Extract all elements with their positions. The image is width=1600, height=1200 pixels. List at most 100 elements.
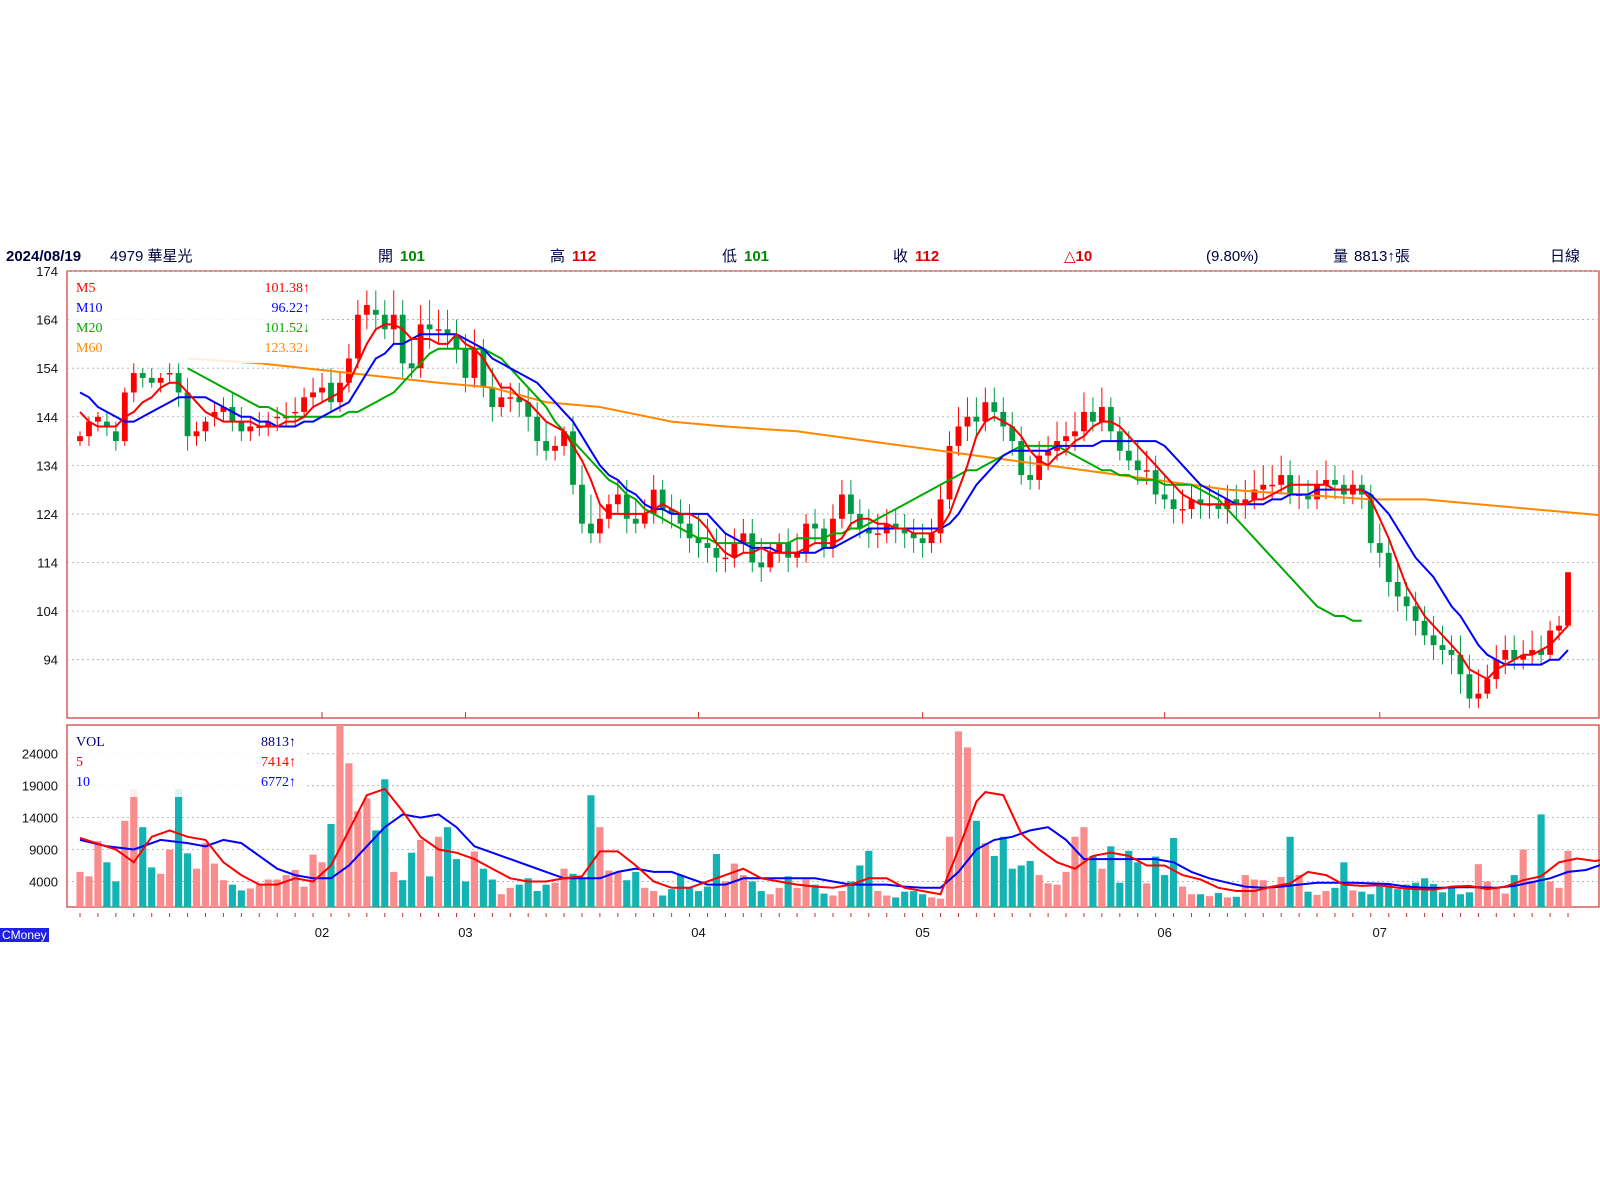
change-value: △10	[1064, 248, 1092, 265]
high-label: 高	[550, 248, 565, 265]
candle-body	[552, 445, 558, 451]
volume-bar	[1483, 881, 1491, 907]
price-legend-name: M10	[76, 301, 102, 316]
candle-body	[229, 407, 236, 422]
volume-bar	[139, 827, 147, 907]
candle-body	[847, 494, 854, 514]
close-label: 收	[893, 248, 908, 265]
volume-bar	[112, 881, 120, 907]
candle-body	[543, 441, 550, 451]
volume-bar	[1152, 856, 1160, 907]
volume-bar	[452, 859, 461, 907]
price-tick-label: 104	[36, 604, 58, 619]
candle-body	[767, 552, 774, 568]
candle-body	[982, 402, 989, 422]
candle-body	[1439, 645, 1446, 650]
candle-body	[1260, 484, 1267, 490]
volume-bar	[443, 827, 452, 907]
price-legend-value: 96.22↑	[272, 301, 311, 316]
volume-legend-name: 5	[76, 755, 83, 770]
candle-body	[1125, 450, 1132, 461]
candle-body	[722, 557, 729, 560]
candle-body	[489, 387, 496, 408]
month-label: 06	[1157, 925, 1171, 940]
price-legend-name: M20	[76, 321, 102, 336]
volume-bar	[94, 841, 102, 907]
volume-bar	[685, 887, 694, 907]
volume-bar	[157, 873, 165, 907]
candle-body	[139, 373, 146, 378]
volume-bar	[1017, 865, 1025, 907]
candle-body	[1421, 620, 1428, 636]
volume-bar	[551, 882, 559, 907]
candle-body	[614, 494, 621, 505]
candle-body	[148, 377, 155, 383]
candle-body	[112, 431, 119, 442]
candle-body	[1332, 479, 1338, 485]
volume-bar	[210, 863, 219, 907]
candle-body	[973, 416, 980, 422]
volume-bar	[954, 731, 963, 907]
volume-bar	[246, 888, 254, 907]
volume-bar	[1277, 876, 1285, 907]
volume-bar	[488, 879, 496, 907]
price-axis: 174 164 154 144 134 124 114 104 94	[36, 264, 58, 668]
volume-bar	[614, 871, 622, 907]
volume-bar	[372, 830, 380, 907]
volume-bar	[784, 876, 792, 907]
volume-bar	[793, 887, 801, 907]
volume-bar	[390, 871, 398, 907]
month-label: 03	[458, 925, 472, 940]
low-label: 低	[722, 248, 737, 265]
candle-body	[785, 543, 792, 558]
chart-canvas: 2024/08/19 4979 華星光 開 101 高 112 低 101 收 …	[6, 248, 1600, 940]
candle-body	[1403, 596, 1410, 607]
candle-body	[1152, 470, 1159, 495]
volume-bar	[381, 779, 389, 907]
candle-body	[301, 397, 308, 412]
volume-bar	[820, 893, 828, 907]
candle-body	[579, 484, 585, 524]
price-legend-value: 123.32↓	[265, 341, 311, 356]
volume-bar	[1259, 880, 1267, 907]
price-panel: 174 164 154 144 134 124 114 104 94 M5 101.38↑ M10 9…	[36, 264, 1600, 719]
volume-bar	[103, 862, 111, 907]
volume-bar	[1465, 892, 1473, 907]
volume-bar	[1358, 891, 1366, 907]
volume-value: 8813↑張	[1354, 248, 1410, 265]
volume-bar	[237, 890, 245, 907]
volume-bar	[676, 875, 685, 907]
volume-bar	[892, 897, 900, 907]
close-value: 112	[915, 248, 939, 265]
volume-legend-name: VOL	[76, 735, 105, 750]
candle-body	[839, 494, 845, 519]
price-tick-label: 114	[37, 556, 58, 571]
volume-bar	[703, 886, 712, 907]
volume-bar	[1089, 855, 1097, 907]
volume-bar	[694, 891, 703, 907]
price-tick-label: 154	[36, 361, 58, 376]
candle-body	[157, 377, 164, 383]
volume-bar	[1205, 896, 1214, 907]
volume-legend-name: 10	[76, 775, 90, 790]
price-tick-label: 94	[44, 653, 58, 668]
candle-body	[130, 373, 137, 393]
price-legend-value: 101.52↓	[265, 321, 311, 336]
candle-body	[623, 494, 630, 519]
volume-bar	[192, 868, 201, 907]
volume-bar	[1080, 827, 1088, 907]
volume-tick-label: 24000	[22, 747, 58, 762]
period-label: 日線	[1550, 248, 1580, 265]
volume-bar	[1107, 846, 1115, 907]
volume-bar	[515, 884, 523, 907]
volume-bar	[542, 884, 550, 907]
volume-bar	[775, 887, 783, 907]
volume-bar	[85, 876, 93, 907]
candle-body	[354, 314, 361, 359]
candle-body	[713, 547, 720, 558]
volume-bar	[829, 895, 837, 907]
volume-bar	[901, 891, 909, 907]
volume-bar	[318, 862, 326, 907]
volume-bar	[883, 895, 891, 907]
date-axis: 02030405060708	[79, 913, 1569, 940]
